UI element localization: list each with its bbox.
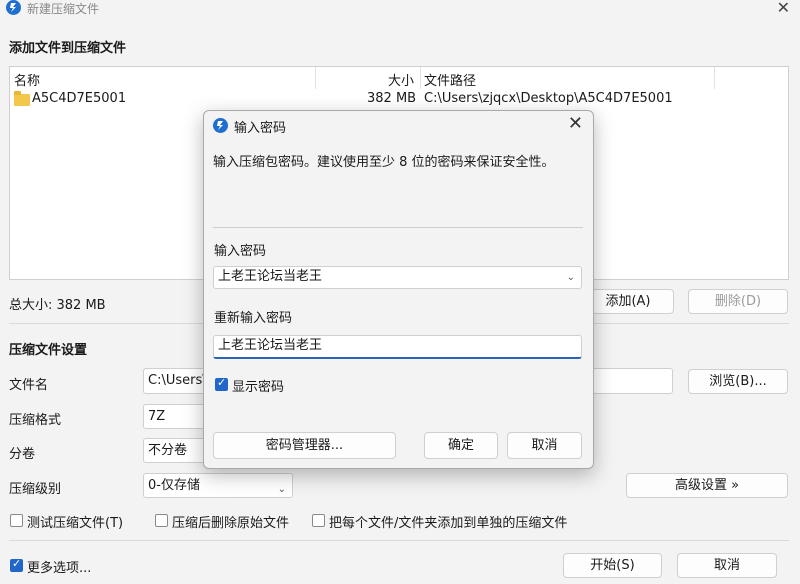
test-archive-label[interactable]: 测试压缩文件(T) [27,512,123,531]
show-password-label[interactable]: 显示密码 [232,376,284,395]
reenter-password-input[interactable]: 上老王论坛当老王 [213,335,582,359]
column-separator [714,67,715,89]
separate-archives-label[interactable]: 把每个文件/文件夹添加到单独的压缩文件 [329,512,567,531]
test-archive-checkbox[interactable] [10,514,23,527]
password-manager-button[interactable]: 密码管理器... [213,432,396,459]
password-dialog: 输入密码 ✕ 输入压缩包密码。建议使用至少 8 位的密码来保证安全性。 输入密码… [203,110,594,469]
more-options-label[interactable]: 更多选项... [27,557,91,576]
total-size-label: 总大小: 382 MB [9,298,106,313]
start-button[interactable]: 开始(S) [563,553,662,578]
table-row-name[interactable]: A5C4D7E5001 [32,91,126,106]
format-label: 压缩格式 [9,413,62,428]
add-button[interactable]: 添加(A) [582,289,674,314]
settings-section-title: 压缩文件设置 [9,343,88,358]
more-options-checkbox[interactable] [10,557,23,572]
reenter-password-value: 上老王论坛当老王 [218,338,323,353]
browse-button[interactable]: 浏览(B)... [688,369,788,394]
password-label: 输入密码 [214,244,267,259]
ok-button[interactable]: 确定 [424,432,498,459]
divider [9,540,789,541]
password-value: 上老王论坛当老王 [218,269,323,284]
column-header-name[interactable]: 名称 [14,70,40,89]
show-password-checkbox[interactable] [215,376,228,391]
column-header-path[interactable]: 文件路径 [424,70,476,89]
level-select[interactable]: 0-仅存储 ⌄ [143,473,293,498]
column-separator [315,67,316,89]
dialog-cancel-button[interactable]: 取消 [507,432,582,459]
window-title: 新建压缩文件 [27,2,100,16]
format-value: 7Z [148,409,166,424]
level-label: 压缩级别 [9,482,62,497]
dialog-title: 输入密码 [234,121,287,136]
reenter-password-label: 重新输入密码 [214,311,293,326]
column-separator [420,67,421,89]
main-cancel-button[interactable]: 取消 [677,553,777,578]
advanced-settings-button[interactable]: 高级设置 » [626,473,788,498]
divider [213,227,583,228]
volume-label: 分卷 [9,447,36,462]
password-input[interactable]: 上老王论坛当老王 ⌄ [213,266,582,289]
close-icon[interactable]: ✕ [568,113,583,134]
delete-button[interactable]: 删除(D) [688,289,788,314]
window-close-icon[interactable]: ✕ [777,0,790,17]
volume-value: 不分卷 [148,443,188,458]
level-value: 0-仅存储 [148,478,200,493]
add-section-title: 添加文件到压缩文件 [9,41,127,56]
delete-after-label[interactable]: 压缩后删除原始文件 [172,512,289,531]
table-row-size: 382 MB [367,91,417,106]
title-bar: 新建压缩文件 ✕ [0,0,800,20]
delete-after-checkbox[interactable] [155,514,168,527]
chevron-down-icon[interactable]: ⌄ [567,268,575,288]
filename-label: 文件名 [9,378,49,393]
chevron-down-icon: ⌄ [277,484,286,495]
separate-archives-checkbox[interactable] [312,514,325,527]
dialog-description: 输入压缩包密码。建议使用至少 8 位的密码来保证安全性。 [213,155,555,170]
column-header-size[interactable]: 大小 [388,70,414,89]
app-logo-icon [6,0,21,15]
table-row-path: C:\Users\zjqcx\Desktop\A5C4D7E5001 [424,91,673,106]
app-logo-icon [213,118,228,133]
folder-icon [14,91,30,106]
